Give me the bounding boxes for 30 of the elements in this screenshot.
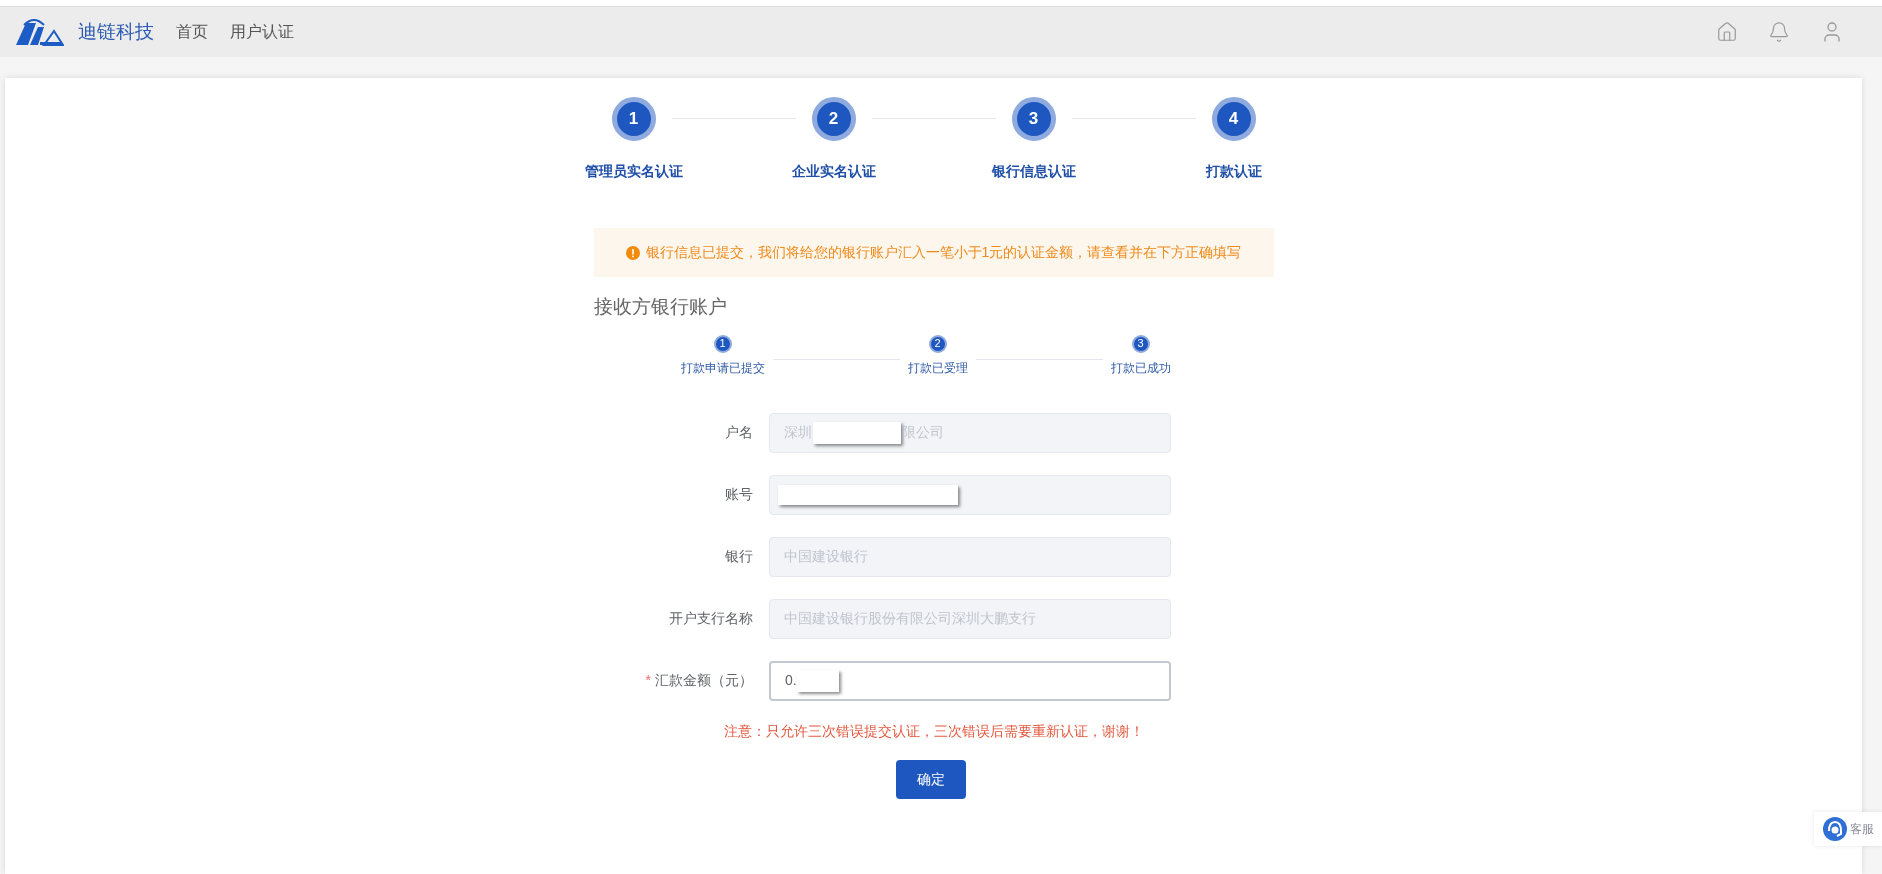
brand-name: 迪链科技 bbox=[78, 19, 154, 44]
warning-note: 注意：只允许三次错误提交认证，三次错误后需要重新认证，谢谢！ bbox=[723, 721, 1144, 741]
redaction-box bbox=[796, 669, 839, 692]
field-label: 银行 bbox=[725, 547, 753, 566]
input-field[interactable]: 0. bbox=[769, 660, 1171, 701]
support-label: 客服 bbox=[1849, 821, 1874, 838]
alert-text: 银行信息已提交，我们将给您的银行账户汇入一笔小于1元的认证金额，请查看并在下方正确填写 bbox=[645, 243, 1242, 262]
step-label: 银行信息认证 bbox=[991, 162, 1076, 181]
warning-icon bbox=[625, 245, 640, 260]
sub-step-label: 打款已受理 bbox=[907, 359, 968, 377]
sub-step-label: 打款申请已提交 bbox=[680, 359, 765, 377]
step-label: 管理员实名认证 bbox=[584, 162, 683, 181]
home-icon[interactable] bbox=[1716, 21, 1738, 43]
field-label: 户名 bbox=[725, 423, 753, 442]
section-title: 接收方银行账户 bbox=[593, 295, 728, 319]
field-label: 汇款金额（元） bbox=[655, 671, 753, 690]
nav-link[interactable]: 用户认证 bbox=[230, 20, 294, 44]
logo-icon bbox=[14, 17, 64, 47]
field-label: 账号 bbox=[725, 485, 753, 504]
support-widget[interactable]: 客服 bbox=[1814, 812, 1882, 846]
field-value: 0. bbox=[785, 671, 797, 690]
step-label: 打款认证 bbox=[1205, 162, 1262, 181]
confirm-button[interactable]: 确定 bbox=[895, 759, 966, 799]
required-mark: * bbox=[645, 671, 651, 690]
nav-link[interactable]: 首页 bbox=[176, 20, 208, 44]
notification-icon[interactable] bbox=[1768, 21, 1790, 43]
sub-step-label: 打款已成功 bbox=[1110, 359, 1171, 377]
step-label: 企业实名认证 bbox=[791, 162, 876, 181]
headset-icon bbox=[1822, 817, 1847, 841]
field-label: 开户支行名称 bbox=[669, 609, 753, 628]
